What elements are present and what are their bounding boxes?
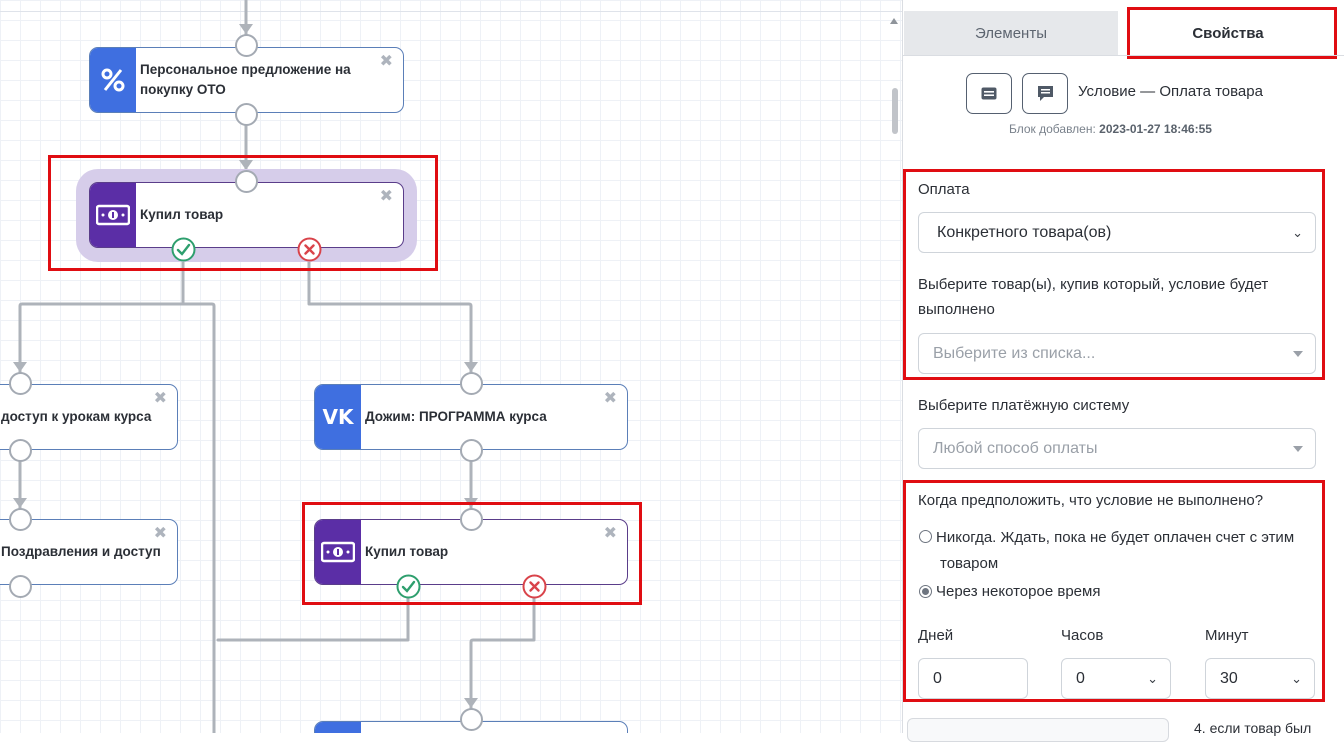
triangle-down-icon	[1293, 446, 1303, 452]
message-button[interactable]	[1022, 73, 1068, 114]
flow-canvas[interactable]: Персональное предложение на покупку ОТО …	[0, 0, 902, 733]
input-port[interactable]	[9, 372, 32, 395]
highlight-box	[903, 169, 1325, 380]
footer-text: 4. если товар был	[1194, 720, 1312, 736]
input-port[interactable]	[9, 508, 32, 531]
vk-icon: VK	[315, 385, 361, 449]
close-icon[interactable]: ✖	[154, 526, 167, 542]
footer-button[interactable]	[907, 718, 1169, 742]
payment-system-value: Любой способ оплаты	[933, 439, 1098, 457]
block-added-label: Блок добавлен:	[1009, 122, 1096, 136]
block-title: Условие — Оплата товара	[1078, 83, 1263, 100]
payment-system-label: Выберите платёжную систему	[918, 397, 1130, 414]
output-port[interactable]	[9, 575, 32, 598]
block-added-info: Блок добавлен: 2023-01-27 18:46:55	[1009, 122, 1212, 136]
comment-button[interactable]	[966, 73, 1012, 114]
block-added-value: 2023-01-27 18:46:55	[1099, 122, 1212, 136]
percent-icon	[90, 48, 136, 112]
scroll-up-arrow-icon[interactable]	[890, 18, 898, 24]
node-title: Персональное предложение на покупку ОТО	[136, 48, 381, 112]
highlight-box	[903, 480, 1325, 702]
canvas-scrollbar[interactable]	[892, 88, 898, 134]
comment-icon	[981, 87, 997, 100]
highlight-box	[302, 502, 642, 605]
node-icon	[315, 722, 361, 733]
highlight-box	[48, 155, 438, 271]
node-title-line1: Персональное предложение на	[140, 62, 351, 77]
output-port[interactable]	[235, 103, 258, 126]
payment-system-select[interactable]: Любой способ оплаты	[918, 428, 1316, 469]
output-port[interactable]	[460, 439, 483, 462]
input-port[interactable]	[235, 34, 258, 57]
close-icon[interactable]: ✖	[380, 54, 393, 70]
properties-panel: Элементы Свойства Условие — Оплата товар…	[902, 0, 1344, 742]
close-icon[interactable]: ✖	[154, 391, 167, 407]
tab-elements[interactable]: Элементы	[904, 11, 1118, 55]
output-port[interactable]	[9, 439, 32, 462]
node-title-line2: покупку ОТО	[140, 82, 226, 97]
close-icon[interactable]: ✖	[604, 391, 617, 407]
input-port[interactable]	[460, 708, 483, 731]
tabs-divider	[903, 55, 1344, 56]
highlight-box	[1127, 7, 1337, 59]
input-port[interactable]	[460, 372, 483, 395]
message-icon	[1037, 86, 1053, 101]
